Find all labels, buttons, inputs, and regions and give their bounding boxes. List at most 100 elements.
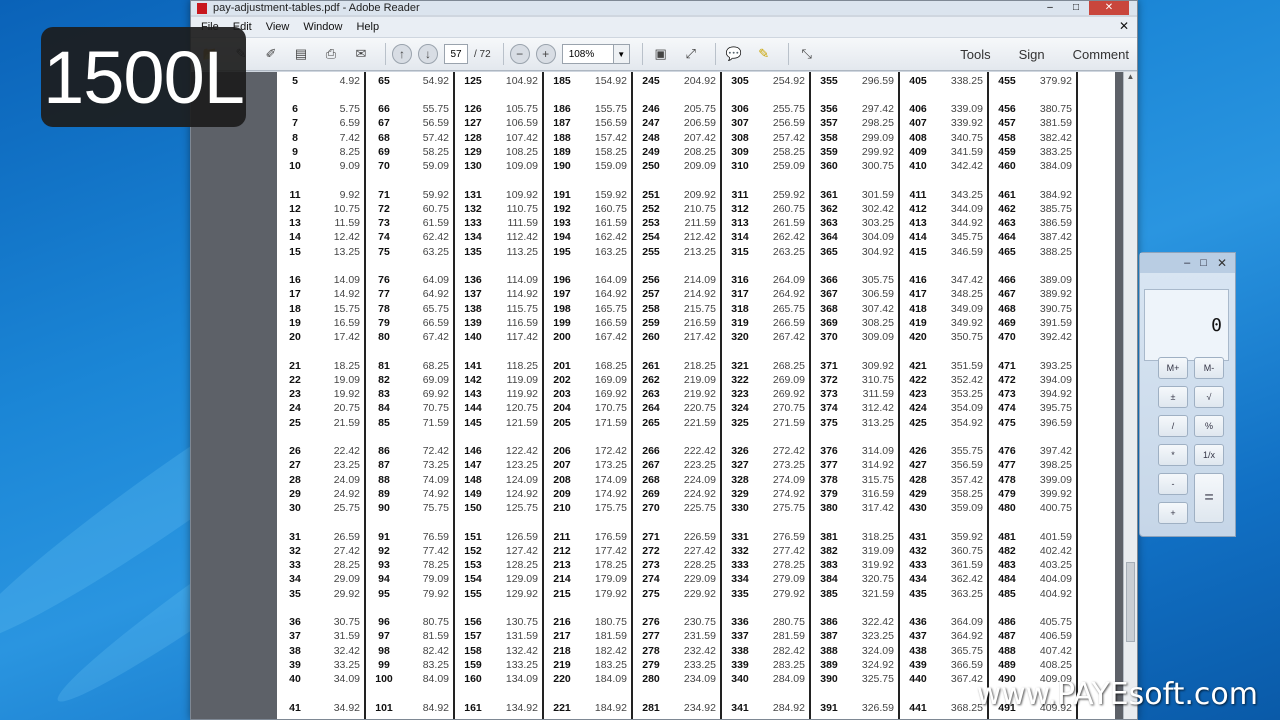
adjustment-value: 25.75 [333,502,360,515]
full-screen-icon[interactable]: ⤡ [795,42,819,66]
adjustment-value: 258.25 [772,145,805,158]
adjustment-value: 159.09 [594,160,627,173]
calculator-maximize-button[interactable]: □ [1200,257,1207,269]
save-icon[interactable]: ▤ [289,42,313,66]
table-row: 20 17.42 [277,330,366,344]
adjustment-value: 400.75 [1039,502,1072,515]
adjustment-value: 72.42 [422,445,449,457]
menu-help[interactable]: Help [356,21,379,33]
table-row: 367 306.59 [811,287,900,301]
calculator-minimize-button[interactable]: – [1184,257,1190,269]
fit-page-icon[interactable]: ▣ [649,42,673,66]
table-row: 426 355.75 [900,444,989,458]
table-row: 85 71.59 [366,416,455,430]
vertical-scrollbar[interactable]: ▲ [1123,72,1137,719]
scrollbar-thumb[interactable] [1126,562,1135,642]
table-row: 209 174.92 [544,487,633,501]
calculator-close-button[interactable]: ✕ [1217,256,1227,270]
calculator-reciprocal-key[interactable]: 1/x [1194,444,1224,466]
adjustment-value: 9.09 [339,160,360,173]
tools-button[interactable]: Tools [960,47,990,62]
menu-window[interactable]: Window [303,21,342,33]
table-row: 421 351.59 [900,359,989,373]
zoom-in-icon[interactable]: + [535,44,556,64]
zoom-level-input[interactable]: 108% [561,44,614,64]
adjustment-value: 359.92 [950,530,983,543]
calculator-plus-minus-key[interactable]: ± [1158,386,1188,408]
day-number: 374 [820,402,838,415]
day-number: 5 [292,75,298,87]
table-row: 21 18.25 [277,359,366,373]
calculator-equals-key[interactable]: = [1194,473,1224,523]
zoom-out-icon[interactable]: − [509,44,530,64]
table-row: 146 122.42 [455,444,544,458]
fit-width-icon[interactable]: ⤢ [679,42,703,66]
table-row: 13 11.59 [277,216,366,230]
adjustment-value: 179.09 [594,573,627,586]
next-page-icon[interactable]: ↓ [418,44,438,64]
close-window-button[interactable]: ✕ [1089,1,1129,15]
scroll-up-icon[interactable]: ▲ [1124,72,1137,86]
table-row: 360 300.75 [811,159,900,173]
adjustment-value: 134.92 [505,701,538,714]
adjustment-value: 134.09 [505,673,538,686]
day-number: 435 [909,587,927,600]
menu-view[interactable]: View [266,21,290,33]
table-row: 322 269.09 [722,373,811,387]
chevron-down-icon[interactable]: ▼ [613,44,630,64]
table-row: 423 353.25 [900,387,989,401]
calculator-percent-key[interactable]: % [1194,415,1224,437]
table-row: 390 325.75 [811,672,900,686]
adjustment-value: 15.75 [333,302,360,315]
adjustment-value: 33.25 [333,658,360,671]
minimize-button[interactable]: – [1037,1,1063,15]
day-number: 93 [378,559,390,572]
adjustment-value: 112.42 [506,231,538,244]
previous-page-icon[interactable]: ↑ [392,44,412,64]
calculator-add-key[interactable]: + [1158,502,1188,524]
table-row: 324 270.75 [722,401,811,415]
day-number: 12 [289,202,301,215]
day-number: 77 [378,288,390,301]
table-row: 149 124.92 [455,487,544,501]
adjustment-value: 61.59 [422,217,449,230]
adjustment-value: 264.09 [772,274,805,286]
print-icon[interactable]: ⎙ [319,42,343,66]
calculator-m-minus-key[interactable]: M- [1194,357,1224,379]
day-number: 134 [464,231,482,244]
day-number: 86 [378,445,390,457]
edit-icon[interactable]: ✐ [259,42,283,66]
adjustment-value: 227.42 [683,544,716,557]
day-number: 441 [909,701,927,714]
adjustment-value: 127.42 [505,544,538,557]
day-number: 40 [289,673,301,686]
sign-button[interactable]: Sign [1019,47,1045,62]
table-row: 372 310.75 [811,373,900,387]
calculator-sqrt-key[interactable]: √ [1194,386,1224,408]
adjustment-value: 404.09 [1039,573,1072,586]
table-row: 68 57.42 [366,131,455,145]
calculator-multiply-key[interactable]: * [1158,444,1188,466]
adjustment-value: 164.09 [594,274,627,286]
table-row: 76 64.09 [366,273,455,287]
comment-button[interactable]: Comment [1073,47,1129,62]
day-number: 271 [642,530,660,543]
adjustment-value: 165.75 [594,302,627,315]
comment-bubble-icon[interactable]: 💬 [722,42,746,66]
adjustment-value: 309.09 [861,331,894,344]
adjustment-value: 4.92 [339,75,360,87]
table-row: 24 20.75 [277,401,366,415]
table-row: 465 388.25 [989,245,1078,259]
calculator-m-plus-key[interactable]: M+ [1158,357,1188,379]
highlight-icon[interactable]: ✎ [752,42,776,66]
close-document-icon[interactable]: ✕ [1119,19,1129,33]
table-row: 478 399.09 [989,473,1078,487]
email-icon[interactable]: ✉ [349,42,373,66]
adjustment-value: 339.92 [950,117,983,130]
adjustment-value: 178.25 [594,559,627,572]
page-number-input[interactable]: 57 [444,44,468,64]
calculator-divide-key[interactable]: / [1158,415,1188,437]
day-number: 11 [289,188,301,201]
calculator-subtract-key[interactable]: - [1158,473,1188,495]
maximize-button[interactable]: □ [1063,1,1089,15]
